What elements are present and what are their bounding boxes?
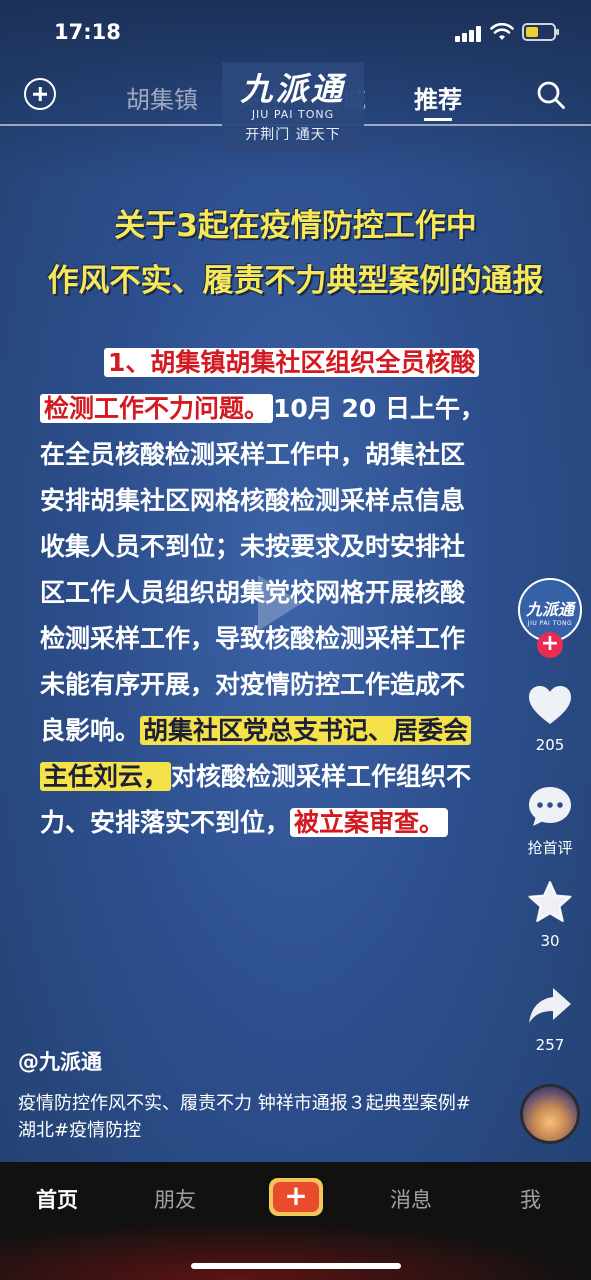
create-plus-icon: +: [273, 1182, 319, 1212]
comment-icon: [529, 787, 571, 826]
share-count: 257: [535, 1036, 565, 1054]
case-title-highlight: 1、胡集镇胡集社区组织全员核酸: [104, 348, 480, 377]
post-headline-1: 关于3起在疫情防控工作中: [114, 208, 477, 244]
logo-main-text: 九派通: [240, 70, 346, 108]
official-highlight: 主任刘云，: [40, 762, 172, 791]
add-circle-icon[interactable]: [24, 78, 56, 110]
official-highlight: 胡集社区党总支书记、居委会: [140, 716, 472, 745]
active-tab-underline: [424, 118, 452, 121]
home-indicator[interactable]: [191, 1263, 401, 1269]
tab-recommended[interactable]: 推荐: [414, 80, 462, 121]
body-line: 1、胡集镇胡集社区组织全员核酸: [40, 340, 560, 386]
body-line: 在全员核酸检测采样工作中，胡集社区: [40, 440, 466, 469]
cellular-signal-icon: [455, 26, 483, 42]
favorite-count: 30: [540, 932, 560, 950]
logo-slogan: 开荆门 通天下: [245, 127, 341, 143]
body-text: 良影响。: [40, 716, 141, 745]
comment-label: 抢首评: [527, 839, 573, 857]
author-handle[interactable]: @九派通: [18, 1046, 102, 1076]
tab-friends[interactable]: 朋友: [154, 1184, 196, 1214]
body-line: 收集人员不到位；未按要求及时安排社: [40, 532, 466, 561]
body-line: 良影响。 胡集社区党总支书记、居委会: [40, 708, 560, 754]
tab-recommended-label: 推荐: [414, 86, 462, 114]
status-time: 17:18: [54, 20, 121, 44]
avatar-logo-text: 九派通: [525, 600, 574, 619]
search-icon[interactable]: [536, 80, 566, 110]
share-arrow-icon: [529, 988, 571, 1023]
body-line: 检测工作不力问题。 10月 20 日上午，: [40, 386, 560, 432]
tab-me[interactable]: 我: [520, 1184, 541, 1214]
channel-logo: 九派通 JIU PAI TONG 开荆门 通天下: [222, 62, 364, 150]
like-button[interactable]: 205: [512, 684, 588, 754]
case-title-highlight: 检测工作不力问题。: [40, 394, 274, 423]
star-icon: [528, 881, 572, 922]
top-nav: 胡集镇 关注 商城 推荐 九派通 JIU PAI TONG 开荆门 通天下: [0, 62, 591, 150]
tab-messages[interactable]: 消息: [390, 1184, 432, 1214]
comment-button[interactable]: 抢首评: [512, 785, 588, 858]
battery-icon: [522, 23, 559, 41]
body-line: 区工作人员组织胡集党校网格开展核酸: [40, 578, 466, 607]
tab-home[interactable]: 首页: [36, 1184, 78, 1214]
music-disc[interactable]: [520, 1084, 580, 1144]
create-button[interactable]: +: [269, 1178, 323, 1216]
body-line: 力、安排落实不到位， 被立案审查。: [40, 800, 560, 846]
author-avatar-button[interactable]: 九派通 JIU PAI TONG +: [512, 578, 588, 658]
body-text: 10月 20 日上午，: [273, 394, 486, 423]
penalty-highlight: 被立案审查。: [290, 808, 449, 837]
body-line: 安排胡集社区网格核酸检测采样点信息: [40, 486, 466, 515]
follow-button[interactable]: +: [537, 632, 563, 658]
status-bar: 17:18: [0, 0, 591, 62]
body-line: 未能有序开展，对疫情防控工作造成不: [40, 670, 466, 699]
battery-level: [526, 27, 538, 37]
heart-icon: [529, 686, 571, 724]
avatar-logo-english: JIU PAI TONG: [527, 620, 573, 627]
post-description[interactable]: 疫情防控作风不实、履责不力 钟祥市通报３起典型案例#湖北#疫情防控: [18, 1090, 488, 1144]
post-headline-2: 作风不实、履责不力典型案例的通报: [47, 263, 544, 299]
wifi-icon: [490, 22, 514, 40]
share-button[interactable]: 257: [512, 984, 588, 1054]
tab-huji-town[interactable]: 胡集镇: [126, 80, 198, 115]
tabbar-decoration: [0, 1220, 591, 1280]
post-body: 1、胡集镇胡集社区组织全员核酸 检测工作不力问题。 10月 20 日上午， 在全员…: [40, 340, 560, 846]
body-text: 力、安排落实不到位，: [40, 808, 291, 837]
body-line: 主任刘云， 对核酸检测采样工作组织不: [40, 754, 560, 800]
favorite-button[interactable]: 30: [512, 880, 588, 950]
body-line: 检测采样工作，导致核酸检测采样工作: [40, 624, 466, 653]
body-text: 对核酸检测采样工作组织不: [171, 762, 472, 791]
like-count: 205: [535, 736, 565, 754]
